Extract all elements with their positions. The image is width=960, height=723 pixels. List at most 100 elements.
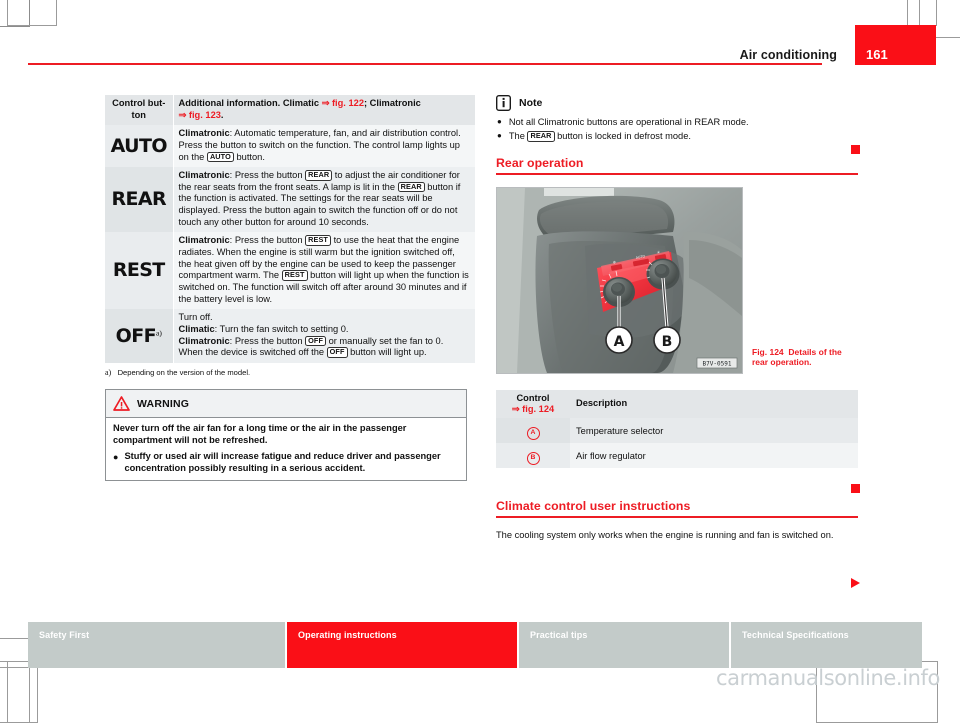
- rest-button-label: REST: [112, 259, 165, 282]
- keycap-off-1: OFF: [305, 335, 326, 347]
- rear-desc-a: Temperature selector: [570, 418, 858, 444]
- control-button-table: Control but-ton Additional information. …: [105, 95, 475, 363]
- figure-caption-label: Fig. 124: [752, 346, 784, 357]
- keycap-off-2: OFF: [326, 347, 348, 358]
- warning-bullet-item: ● Stuffy or used air will increase fatig…: [113, 451, 459, 474]
- desc-auto-lead: Climatronic: [178, 128, 230, 139]
- left-column: Control but-ton Additional information. …: [105, 95, 475, 482]
- footer-tab-practical-tips[interactable]: Practical tips: [519, 622, 729, 668]
- footer-tab-operating-instructions[interactable]: Operating instructions: [287, 622, 517, 668]
- warning-paragraph: Never turn off the air fan for a long ti…: [113, 423, 407, 445]
- keycap-rear-1: REAR: [305, 170, 333, 181]
- section-climate-instructions: Climate control user instructions: [496, 499, 858, 518]
- footer-tab-label: Safety First: [39, 630, 90, 640]
- section-rule: [496, 173, 858, 175]
- callout-a-marker: A: [526, 427, 540, 441]
- footer-tab-label: Technical Specifications: [742, 630, 849, 640]
- desc-off: Turn off. Climatic: Turn the fan switch …: [173, 309, 475, 363]
- fig-ref-123[interactable]: ⇒ fig. 123: [179, 110, 221, 120]
- control-button-rear: REAR: [105, 167, 174, 233]
- control-button-rest: REST: [105, 232, 174, 310]
- rear-console-illustration: ❄ AUTO ☀ A B B7V-0591: [497, 187, 742, 373]
- site-watermark: carmanualsonline.info: [716, 666, 940, 690]
- desc-rear: Climatronic: Press the button REAR to ad…: [173, 167, 475, 233]
- fig-ref-124[interactable]: ⇒ fig. 124: [502, 404, 564, 415]
- note-header: Note: [496, 95, 858, 111]
- warning-body: Never turn off the air fan for a long ti…: [106, 418, 466, 480]
- rear-desc-b: Air flow regulator: [570, 443, 858, 469]
- header-text-suffix: .: [220, 109, 224, 120]
- rear-header-description: Description: [570, 389, 858, 419]
- table-header-row: Control but-ton Additional information. …: [105, 95, 475, 126]
- svg-text:B7V-0591: B7V-0591: [703, 360, 732, 367]
- header-text-mid: ; Climatronic: [364, 98, 421, 108]
- footer-tab-label: Practical tips: [530, 630, 588, 640]
- note-item-text-1: Not all Climatronic buttons are operatio…: [508, 117, 749, 127]
- keycap-rear-note: REAR: [527, 131, 555, 142]
- keycap-auto: AUTO: [206, 151, 234, 162]
- auto-button-label: AUTO: [110, 134, 168, 157]
- keycap-rest-2: REST: [281, 270, 308, 281]
- rear-table-header-row: Control ⇒ fig. 124 Description: [496, 389, 858, 419]
- desc-rest-lead: Climatronic: [178, 235, 230, 246]
- table-row: B Air flow regulator: [496, 443, 858, 469]
- figure-block: ❄ AUTO ☀ A B B7V-0591 Fig. 124 Details o…: [496, 186, 858, 374]
- desc-off-lead1: Climatic: [178, 324, 215, 335]
- keycap-rest-1: REST: [305, 235, 331, 246]
- section-heading-rear: Rear operation: [496, 156, 584, 170]
- info-icon: [496, 95, 511, 111]
- fig-ref-122[interactable]: ⇒ fig. 122: [322, 98, 364, 108]
- rear-header-control-line1: Control: [516, 392, 550, 403]
- control-button-off: OFFa): [105, 309, 174, 363]
- footer-tab-label: Operating instructions: [298, 630, 397, 640]
- continues-marker: [851, 578, 860, 588]
- crop-mark-bottom-left-c: [7, 661, 38, 723]
- desc-off-lead2: Climatronic: [178, 335, 230, 346]
- section-rule: [496, 516, 858, 518]
- rear-button-label: REAR: [111, 188, 167, 211]
- note-title: Note: [519, 97, 543, 109]
- footer-tabs: Safety First Operating instructions Prac…: [28, 622, 922, 668]
- header-rule: [28, 63, 822, 65]
- end-of-section-marker: [851, 484, 860, 493]
- end-of-section-marker: [851, 145, 860, 154]
- bullet-dot-icon: ●: [497, 117, 502, 126]
- table-row-auto: AUTO Climatronic: Automatic temperature,…: [105, 125, 475, 168]
- rear-header-control: Control ⇒ fig. 124: [496, 389, 570, 419]
- section-heading-climate: Climate control user instructions: [496, 499, 691, 514]
- note-list-item: ● Not all Climatronic buttons are operat…: [496, 116, 858, 128]
- figure-rear-operation-image: ❄ AUTO ☀ A B B7V-0591: [496, 186, 743, 374]
- warning-triangle-icon: [113, 396, 130, 411]
- callout-b-marker: B: [526, 452, 540, 466]
- warning-header: WARNING: [106, 390, 466, 418]
- desc-off-line0: Turn off.: [178, 312, 213, 323]
- table-row-off: OFFa) Turn off. Climatic: Turn the fan s…: [105, 309, 475, 363]
- table-row: A Temperature selector: [496, 418, 858, 444]
- rear-key-a: A: [496, 418, 570, 444]
- header-additional-info: Additional information. Climatic ⇒ fig. …: [173, 95, 475, 126]
- svg-text:B: B: [662, 334, 673, 350]
- table-row-rear: REAR Climatronic: Press the button REAR …: [105, 167, 475, 233]
- note-list-item: ● The REAR button is locked in defrost m…: [496, 130, 858, 142]
- warning-box: WARNING Never turn off the air fan for a…: [105, 389, 467, 482]
- header-control-button: Control but-ton: [105, 95, 174, 126]
- warning-bullet-text: Stuffy or used air will increase fatigue…: [124, 451, 441, 473]
- rear-control-table: Control ⇒ fig. 124 Description A Tempera…: [496, 389, 858, 469]
- page-title: Air conditioning: [739, 48, 837, 62]
- desc-auto: Climatronic: Automatic temperature, fan,…: [173, 125, 475, 168]
- footer-tab-safety-first[interactable]: Safety First: [28, 622, 285, 668]
- keycap-rear-2: REAR: [397, 181, 425, 193]
- table-footnote: a) Depending on the version of the model…: [105, 368, 475, 378]
- header-text-prefix: Additional information. Climatic: [178, 98, 322, 108]
- desc-rear-lead: Climatronic: [178, 170, 230, 181]
- right-column: Note ● Not all Climatronic buttons are o…: [496, 95, 858, 541]
- note-item-text-2: The REAR button is locked in defrost mod…: [508, 131, 691, 142]
- footer-tab-technical-specifications[interactable]: Technical Specifications: [731, 622, 922, 668]
- svg-text:A: A: [614, 334, 625, 350]
- climate-paragraph: The cooling system only works when the e…: [496, 529, 834, 540]
- off-footnote-marker: a): [155, 328, 162, 338]
- figure-caption: Fig. 124 Details of the rear operation.: [752, 347, 856, 368]
- bullet-dot-icon: ●: [497, 131, 502, 140]
- off-button-label: OFF: [115, 324, 157, 347]
- manual-page: Air conditioning 161 Control but-ton Add…: [0, 0, 960, 723]
